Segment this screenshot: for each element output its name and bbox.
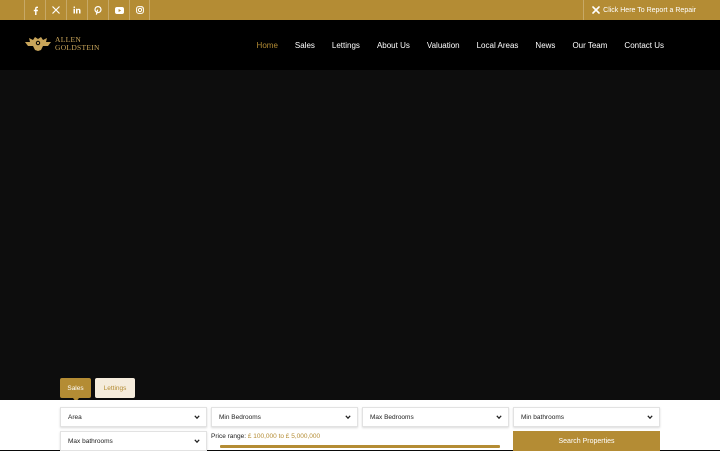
min-bathrooms-select[interactable]: Min bathrooms: [513, 407, 660, 427]
tab-lettings[interactable]: Lettings: [95, 378, 135, 398]
max-bathrooms-label: Max bathrooms: [68, 437, 113, 445]
tab-sales[interactable]: Sales: [60, 378, 91, 402]
chevron-down-icon: [194, 439, 200, 444]
chevron-down-icon: [647, 415, 653, 420]
report-repair-label: Click Here To Report a Repair: [603, 6, 696, 14]
nav-our-team[interactable]: Our Team: [572, 41, 607, 50]
logo-line-2: GOLDSTEIN: [55, 43, 100, 52]
search-tabs: Sales Lettings: [60, 378, 135, 402]
eagle-crest-icon: [25, 37, 51, 51]
chevron-down-icon: [496, 415, 502, 420]
report-repair-link[interactable]: Click Here To Report a Repair: [583, 0, 696, 20]
min-bathrooms-label: Min bathrooms: [521, 413, 564, 421]
chevron-down-icon: [345, 415, 351, 420]
youtube-icon[interactable]: [108, 0, 129, 20]
nav-lettings[interactable]: Lettings: [332, 41, 360, 50]
pinterest-icon[interactable]: [87, 0, 108, 20]
price-range-label: Price range:: [211, 433, 247, 440]
max-bedrooms-label: Max Bedrooms: [370, 413, 414, 421]
price-range: Price range: £ 100,000 to £ 5,000,000: [211, 433, 320, 440]
search-properties-button[interactable]: Search Properties: [513, 431, 660, 451]
nav-valuation[interactable]: Valuation: [427, 41, 460, 50]
nav-about-us[interactable]: About Us: [377, 41, 410, 50]
nav-home[interactable]: Home: [257, 41, 278, 50]
nav-contact-us[interactable]: Contact Us: [624, 41, 664, 50]
nav-news[interactable]: News: [535, 41, 555, 50]
main-nav: Home Sales Lettings About Us Valuation L…: [240, 20, 664, 70]
site-header: ALLEN GOLDSTEIN Home Sales Lettings Abou…: [0, 20, 720, 70]
linkedin-icon[interactable]: [66, 0, 87, 20]
price-range-slider[interactable]: [220, 445, 500, 448]
nav-sales[interactable]: Sales: [295, 41, 315, 50]
price-range-value: £ 100,000 to £ 5,000,000: [247, 433, 321, 440]
hero-banner: [0, 70, 720, 400]
instagram-icon[interactable]: [129, 0, 150, 20]
max-bathrooms-select[interactable]: Max bathrooms: [60, 431, 207, 451]
wrench-icon: [592, 6, 600, 14]
top-bar: Click Here To Report a Repair: [0, 0, 720, 20]
x-icon[interactable]: [45, 0, 66, 20]
max-bedrooms-select[interactable]: Max Bedrooms: [362, 407, 509, 427]
min-bedrooms-select[interactable]: Min Bedrooms: [211, 407, 358, 427]
nav-local-areas[interactable]: Local Areas: [477, 41, 519, 50]
area-select[interactable]: Area: [60, 407, 207, 427]
logo[interactable]: ALLEN GOLDSTEIN: [24, 36, 100, 52]
chevron-down-icon: [194, 415, 200, 420]
facebook-icon[interactable]: [24, 0, 45, 20]
area-select-label: Area: [68, 413, 82, 421]
min-bedrooms-label: Min Bedrooms: [219, 413, 261, 421]
